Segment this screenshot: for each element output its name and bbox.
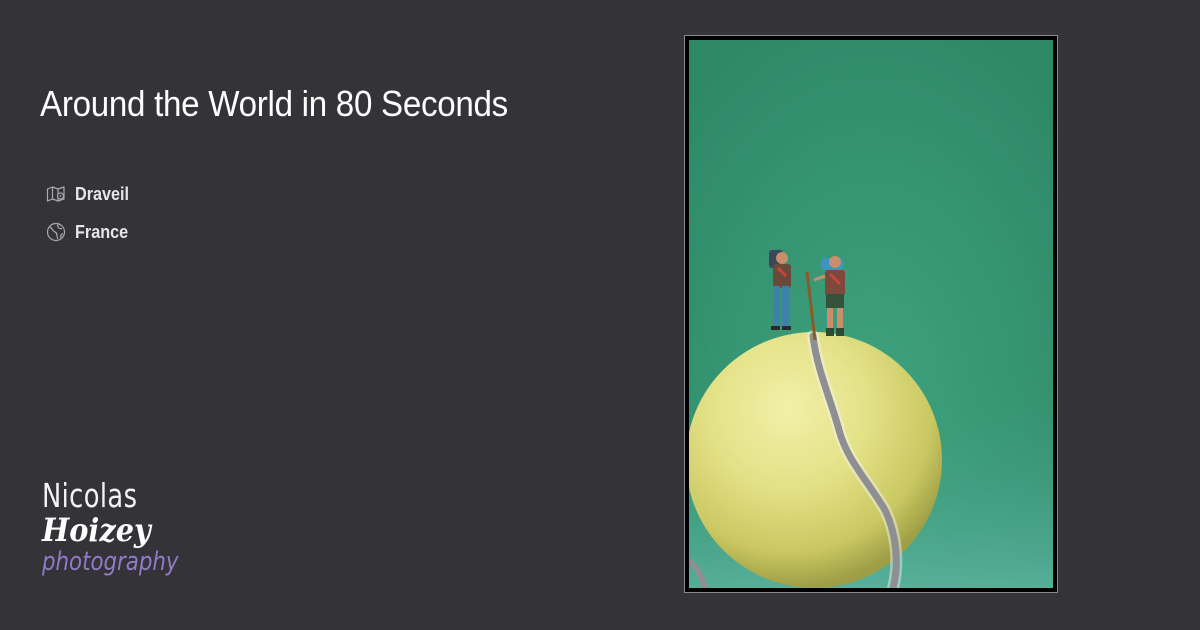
photo-frame <box>684 35 1058 593</box>
city-label: Draveil <box>75 183 130 204</box>
site-logo[interactable]: Nicolas Hoizey photography <box>42 478 182 578</box>
globe-icon <box>46 222 66 242</box>
logo-first-name: Nicolas <box>42 476 138 515</box>
country-label: France <box>75 221 129 242</box>
logo-tagline: photography <box>42 547 179 577</box>
logo-last-name: Hoizey <box>42 511 151 549</box>
tennis-ball-hikers-photo[interactable] <box>689 40 1053 588</box>
photo-metadata: Draveil France <box>46 180 135 256</box>
location-country[interactable]: France <box>46 218 135 246</box>
location-city[interactable]: Draveil <box>46 180 135 208</box>
page-title: Around the World in 80 Seconds <box>40 83 508 124</box>
map-icon <box>46 184 66 204</box>
